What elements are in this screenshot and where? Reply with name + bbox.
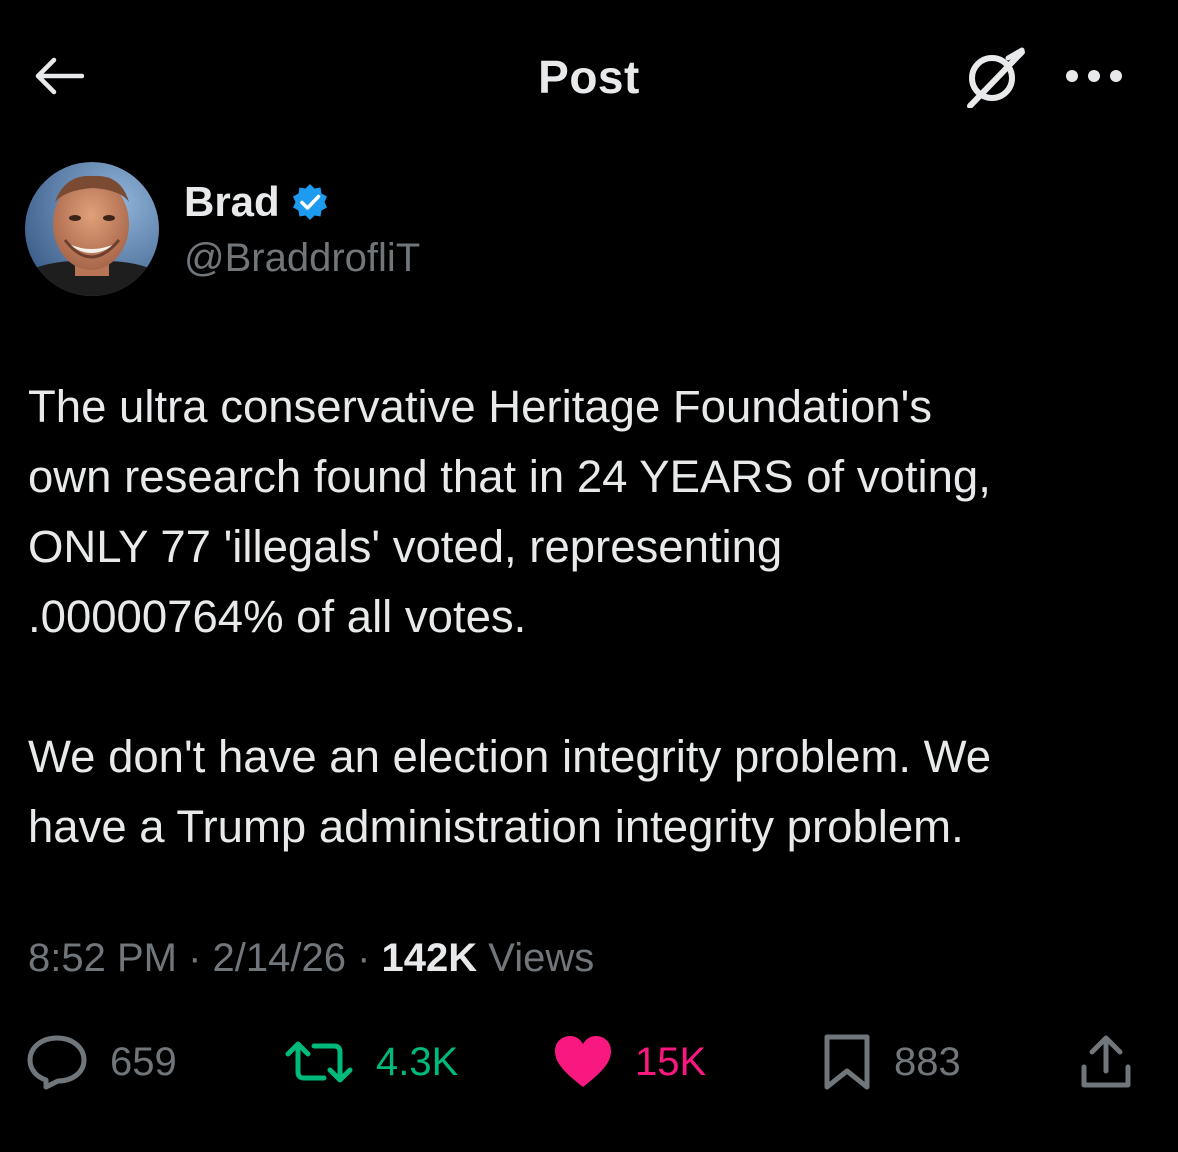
retweet-count: 4.3K bbox=[376, 1039, 459, 1084]
bookmark-button[interactable]: 883 bbox=[822, 1026, 961, 1098]
heart-icon bbox=[555, 1036, 611, 1087]
meta-separator: · bbox=[176, 936, 213, 980]
meta-separator: · bbox=[345, 936, 382, 980]
grok-icon bbox=[967, 47, 1025, 108]
more-options-button[interactable] bbox=[1058, 52, 1130, 100]
tweet-time[interactable]: 8:52 PM bbox=[28, 936, 177, 980]
reply-count: 659 bbox=[110, 1039, 177, 1084]
views-count[interactable]: 142K bbox=[382, 936, 478, 980]
author-name[interactable]: Brad bbox=[184, 178, 280, 226]
views-label: Views bbox=[477, 936, 595, 980]
action-bar: 659 4.3K 15K 883 bbox=[0, 1026, 1178, 1098]
tweet-text: The ultra conservative Heritage Foundati… bbox=[28, 372, 1148, 862]
reply-button[interactable]: 659 bbox=[26, 1026, 177, 1098]
bookmark-icon bbox=[824, 1034, 870, 1090]
share-button[interactable] bbox=[1078, 1026, 1134, 1098]
grok-button[interactable] bbox=[958, 40, 1030, 112]
bookmark-count: 883 bbox=[894, 1039, 961, 1084]
like-button[interactable]: 15K bbox=[553, 1026, 706, 1098]
tweet-paragraph: The ultra conservative Heritage Foundati… bbox=[28, 381, 991, 642]
more-dots-icon bbox=[1066, 70, 1122, 82]
like-count: 15K bbox=[635, 1039, 707, 1084]
tweet-date[interactable]: 2/14/26 bbox=[213, 936, 346, 980]
author-handle[interactable]: @BraddrofliT bbox=[184, 236, 420, 281]
verified-badge-icon bbox=[290, 182, 330, 222]
share-icon bbox=[1081, 1035, 1131, 1088]
retweet-icon bbox=[285, 1041, 353, 1083]
author-name-row[interactable]: Brad bbox=[184, 178, 330, 226]
reply-icon bbox=[27, 1035, 87, 1090]
avatar[interactable] bbox=[25, 162, 159, 296]
top-bar: Post bbox=[0, 0, 1178, 150]
tweet-paragraph: We don't have an election integrity prob… bbox=[28, 731, 992, 852]
tweet-meta: 8:52 PM · 2/14/26 · 142K Views bbox=[28, 936, 594, 981]
avatar-photo bbox=[25, 162, 159, 296]
retweet-button[interactable]: 4.3K bbox=[284, 1026, 458, 1098]
